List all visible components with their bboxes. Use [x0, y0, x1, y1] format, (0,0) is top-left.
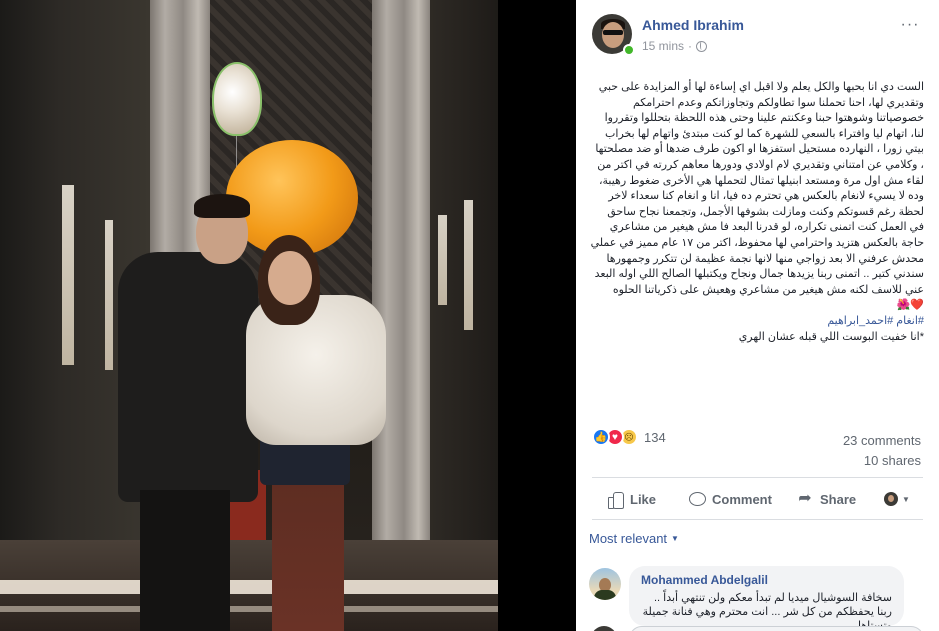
photo-person-man: [118, 190, 258, 631]
online-status-icon: [623, 44, 635, 56]
photo-viewer: Ahmed Ibrahim 15 mins · ··· الست دي انا …: [0, 0, 939, 631]
photo-light: [62, 185, 74, 365]
like-button[interactable]: Like: [606, 490, 656, 509]
like-icon: 👍: [592, 428, 610, 446]
reaction-identity-selector[interactable]: ▼: [884, 492, 910, 506]
post-footnote: *انا خفيت البوست اللي قبله عشان الهري: [738, 330, 924, 343]
reaction-count: 134: [644, 429, 666, 445]
write-comment-input[interactable]: [629, 626, 924, 631]
photo-person-woman: [240, 235, 390, 631]
heart-rose-emoji: ❤️🌺: [896, 299, 924, 312]
reactions-summary[interactable]: 👍 ♥ ☹ 134: [592, 428, 666, 446]
chevron-down-icon: ▼: [902, 494, 910, 504]
comment-sort-dropdown[interactable]: Most relevant ▼: [589, 531, 679, 546]
user-avatar-icon: [884, 492, 898, 506]
post-options-button[interactable]: ···: [899, 17, 921, 34]
comments-count[interactable]: 23 comments: [843, 431, 921, 451]
write-comment-row: [589, 622, 924, 631]
post-timestamp[interactable]: 15 mins: [642, 39, 684, 53]
post-photo[interactable]: [0, 0, 498, 631]
post-message: الست دي انا بحبها والكل يعلم ولا اقبل اي…: [590, 80, 924, 345]
divider: [592, 519, 923, 520]
photo-balloon-small: [212, 62, 262, 136]
share-button[interactable]: ➦ Share: [796, 490, 856, 508]
current-user-avatar: [591, 626, 617, 631]
post-header: Ahmed Ibrahim 15 mins · ···: [592, 14, 925, 58]
post-message-body: الست دي انا بحبها والكل يعلم ولا اقبل اي…: [590, 81, 924, 296]
author-name[interactable]: Ahmed Ibrahim: [642, 17, 744, 33]
share-arrow-icon: ➦: [798, 490, 812, 507]
commenter-name[interactable]: Mohammed Abdelgalil: [641, 573, 892, 587]
post-actions: Like Comment ➦ Share ▼: [592, 484, 923, 514]
comment-icon: [688, 490, 706, 508]
divider: [592, 477, 923, 478]
photo-panel[interactable]: [0, 0, 576, 631]
commenter-avatar[interactable]: [589, 568, 621, 600]
post-meta: 15 mins ·: [642, 39, 708, 53]
photo-light: [105, 220, 113, 370]
thumbs-up-icon: [606, 490, 624, 509]
engagement-counts: 23 comments 10 shares: [843, 431, 921, 471]
post-side-panel: Ahmed Ibrahim 15 mins · ··· الست دي انا …: [576, 0, 939, 631]
comment-bubble: Mohammed Abdelgalil سخافة السوشيال ميديا…: [629, 566, 904, 631]
shares-count[interactable]: 10 shares: [843, 451, 921, 471]
comment-button[interactable]: Comment: [688, 490, 772, 508]
photo-light: [438, 215, 447, 305]
chevron-down-icon: ▼: [671, 534, 679, 543]
post-hashtags[interactable]: #انغام #احمد_ابراهيم: [590, 314, 924, 330]
photo-light: [464, 200, 473, 330]
globe-icon[interactable]: [696, 40, 708, 52]
